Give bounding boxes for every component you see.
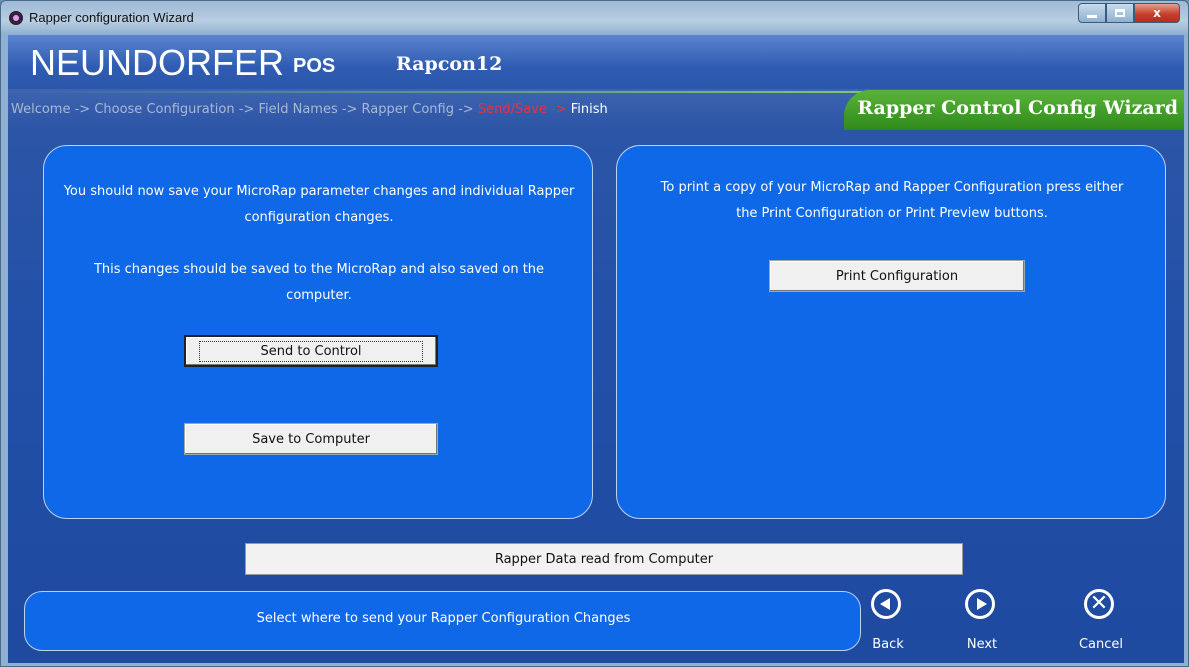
product-name: POS <box>293 55 336 77</box>
save-to-computer-button[interactable]: Save to Computer <box>184 423 438 455</box>
wizard-window: Rapper configuration Wizard x NEUNDORFER… <box>0 0 1189 667</box>
message-text: Select where to send your Rapper Configu… <box>256 611 631 626</box>
next-arrow-icon <box>965 589 995 619</box>
config-name: Rapcon12 <box>396 53 503 75</box>
client-area: NEUNDORFER POS Rapcon12 Welcome -> Choos… <box>8 35 1184 663</box>
print-configuration-label: Print Configuration <box>835 268 959 284</box>
minimize-button[interactable] <box>1078 3 1106 23</box>
message-bar: Select where to send your Rapper Configu… <box>24 591 861 651</box>
save-note: This changes should be saved to the Micr… <box>93 262 545 303</box>
status-field: Rapper Data read from Computer <box>245 543 963 575</box>
close-button[interactable]: x <box>1134 3 1180 23</box>
print-panel: To print a copy of your MicroRap and Rap… <box>616 145 1166 519</box>
maximize-button[interactable] <box>1106 3 1134 23</box>
brand-name: NEUNDORFER <box>30 42 285 83</box>
header-banner: NEUNDORFER POS Rapcon12 <box>8 35 1184 89</box>
window-title: Rapper configuration Wizard <box>29 10 194 25</box>
breadcrumb-current-step: Send/Save -> <box>477 102 567 117</box>
cancel-button[interactable]: ✕ Cancel <box>1071 589 1131 657</box>
step-bar-accent <box>8 91 868 93</box>
print-configuration-button[interactable]: Print Configuration <box>769 260 1025 292</box>
save-to-computer-label: Save to Computer <box>252 431 370 447</box>
breadcrumb: Welcome -> Choose Configuration -> Field… <box>11 102 608 117</box>
close-icon: x <box>1153 6 1161 20</box>
print-instructions: To print a copy of your MicroRap and Rap… <box>660 180 1124 221</box>
cancel-x-icon: ✕ <box>1084 589 1114 619</box>
save-panel: You should now save your MicroRap parame… <box>43 145 593 519</box>
wizard-title: Rapper Control Config Wizard <box>857 97 1178 119</box>
back-arrow-icon <box>871 589 901 619</box>
cancel-label: Cancel <box>1078 637 1124 652</box>
breadcrumb-next-step: Finish <box>566 102 608 117</box>
send-to-control-button[interactable]: Send to Control <box>184 335 438 367</box>
next-button[interactable]: Next <box>952 589 1012 657</box>
back-label: Back <box>872 637 904 652</box>
window-controls: x <box>1078 3 1180 25</box>
wizard-title-tab: Rapper Control Config Wizard <box>844 90 1184 130</box>
app-icon <box>9 11 23 25</box>
save-instructions: You should now save your MicroRap parame… <box>63 184 575 225</box>
minimize-icon <box>1087 14 1097 18</box>
title-bar[interactable]: Rapper configuration Wizard x <box>1 1 1188 35</box>
back-button[interactable]: Back <box>858 589 918 657</box>
send-to-control-label: Send to Control <box>199 340 423 362</box>
next-label: Next <box>966 637 998 652</box>
breadcrumb-past-steps: Welcome -> Choose Configuration -> Field… <box>11 102 478 117</box>
maximize-icon <box>1115 9 1125 17</box>
